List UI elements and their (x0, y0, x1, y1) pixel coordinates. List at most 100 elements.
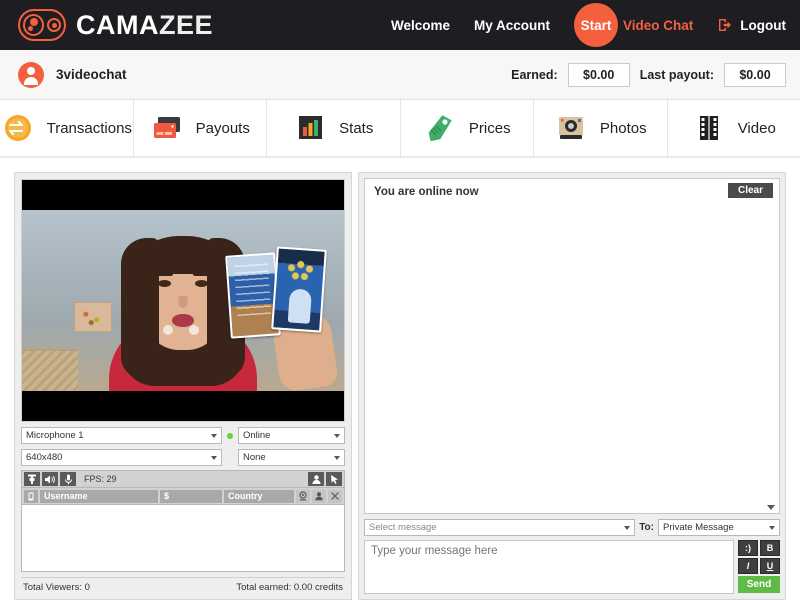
camera-icon (554, 113, 588, 143)
video-preview[interactable] (21, 179, 345, 422)
tab-transactions[interactable]: Transactions (0, 100, 134, 156)
tab-prices[interactable]: Prices (401, 100, 534, 156)
wall-art (74, 302, 112, 332)
italic-button[interactable]: I (738, 558, 758, 574)
toolbar-right-group (308, 472, 342, 486)
send-button[interactable]: Send (738, 576, 780, 593)
person-necklace (159, 325, 207, 335)
account-username: 3videochat (56, 67, 127, 82)
message-compose-area: :) B I U Send (364, 540, 780, 594)
brand-logo[interactable]: CAMAZEE (18, 9, 213, 41)
earned-value: $0.00 (567, 62, 630, 87)
user-icon[interactable] (312, 489, 326, 503)
brand-name: CAMAZEE (76, 10, 213, 41)
underline-button[interactable]: U (760, 558, 780, 574)
person-eye-right (195, 280, 208, 287)
status-select[interactable]: Online (238, 427, 345, 444)
tab-payouts[interactable]: Payouts (134, 100, 267, 156)
microphone-icon[interactable] (60, 472, 76, 486)
logout-icon (717, 17, 733, 33)
viewer-list-actions (296, 489, 342, 503)
logout-button[interactable]: Logout (717, 17, 786, 33)
main-content: Microphone 1 Online 640x480 None FPS: 29… (0, 158, 800, 600)
broadcast-status-bar: Total Viewers: 0 Total earned: 0.00 cred… (21, 577, 345, 593)
earnings-group: Earned: $0.00 Last payout: $0.00 (511, 62, 786, 87)
resolution-select[interactable]: 640x480 (21, 449, 222, 466)
tab-stats-label: Stats (339, 119, 374, 137)
secondary-select-value: None (243, 452, 266, 463)
column-username: Username (40, 489, 158, 503)
earned-label: Earned: (511, 67, 558, 82)
nav-my-account[interactable]: My Account (474, 18, 550, 33)
select-message-dropdown[interactable]: Select message (364, 519, 636, 536)
film-strip-icon (692, 113, 726, 143)
coin-exchange-icon (1, 113, 35, 143)
credit-card-icon (150, 113, 184, 143)
settings-pointer-icon[interactable] (326, 472, 342, 486)
viewer-list-body[interactable] (21, 505, 345, 572)
camera-toggle-icon[interactable] (24, 472, 40, 486)
chat-log[interactable]: You are online now Clear (364, 178, 780, 514)
chevron-down-icon (211, 455, 217, 460)
recipient-value: Private Message (663, 522, 734, 533)
column-country: Country (224, 489, 294, 503)
recipient-dropdown[interactable]: Private Message (658, 519, 780, 536)
speaker-icon[interactable] (42, 472, 58, 486)
tarot-card-front (271, 246, 327, 333)
chat-controls-row: Select message To: Private Message (364, 519, 780, 536)
tab-prices-label: Prices (468, 119, 511, 137)
top-navigation-bar: CAMAZEE Welcome My Account Start Video C… (0, 0, 800, 50)
webcam-icon[interactable] (296, 489, 310, 503)
person-hair-left (121, 238, 159, 378)
close-icon[interactable] (328, 489, 342, 503)
person-nose (178, 296, 188, 308)
total-earned: Total earned: 0.00 credits (236, 582, 343, 593)
start-label: Start (574, 3, 618, 47)
account-summary-bar: 3videochat Earned: $0.00 Last payout: $0… (0, 50, 800, 100)
clear-chat-button[interactable]: Clear (727, 183, 773, 198)
start-video-chat-button[interactable]: Start Video Chat (574, 3, 693, 47)
chat-panel: You are online now Clear Select message … (358, 172, 786, 600)
tab-photos[interactable]: Photos (534, 100, 668, 156)
microphone-select-value: Microphone 1 (26, 430, 84, 441)
nav-welcome[interactable]: Welcome (391, 18, 450, 33)
resolution-select-value: 640x480 (26, 452, 63, 463)
emoticon-button[interactable]: :) (738, 540, 758, 556)
video-chat-label: Video Chat (623, 17, 694, 33)
brand-name-part2: ZEE (159, 9, 214, 40)
scroll-down-icon[interactable] (767, 505, 775, 510)
broadcast-panel: Microphone 1 Online 640x480 None FPS: 29… (14, 172, 352, 600)
avatar (18, 61, 44, 88)
tab-stats[interactable]: Stats (267, 100, 401, 156)
to-label: To: (639, 522, 654, 533)
secondary-select[interactable]: None (238, 449, 345, 466)
main-tab-navigation: Transactions Payouts Stats Prices Photos… (0, 100, 800, 158)
microphone-select[interactable]: Microphone 1 (21, 427, 222, 444)
top-nav-links: Welcome My Account Start Video Chat Logo… (391, 3, 786, 47)
tab-transactions-label: Transactions (46, 119, 132, 137)
bold-button[interactable]: B (760, 540, 780, 556)
brand-name-part1: CAMA (76, 9, 159, 40)
status-select-value: Online (243, 430, 271, 441)
chevron-down-icon (624, 525, 631, 530)
tab-payouts-label: Payouts (195, 119, 250, 137)
couch (22, 349, 78, 391)
message-input[interactable] (364, 540, 734, 594)
person-brow-right (193, 272, 210, 276)
tab-video[interactable]: Video (668, 100, 800, 156)
chevron-down-icon (211, 433, 217, 438)
select-message-value: Select message (369, 522, 437, 533)
broadcast-toolbar: FPS: 29 (21, 470, 345, 488)
tab-video-label: Video (737, 119, 776, 137)
format-buttons-column: :) B I U Send (738, 540, 780, 594)
device-select-row-2: 640x480 None (21, 449, 345, 466)
last-payout-label: Last payout: (639, 67, 714, 82)
fps-label: FPS: 29 (84, 474, 117, 484)
total-viewers: Total Viewers: 0 (23, 582, 90, 593)
person-brow-left (156, 272, 173, 276)
user-profile-icon[interactable] (308, 472, 324, 486)
chat-status-message: You are online now (374, 186, 479, 198)
online-status-dot (227, 432, 233, 439)
person-eye-left (158, 280, 171, 287)
webcam-scene (22, 210, 344, 391)
